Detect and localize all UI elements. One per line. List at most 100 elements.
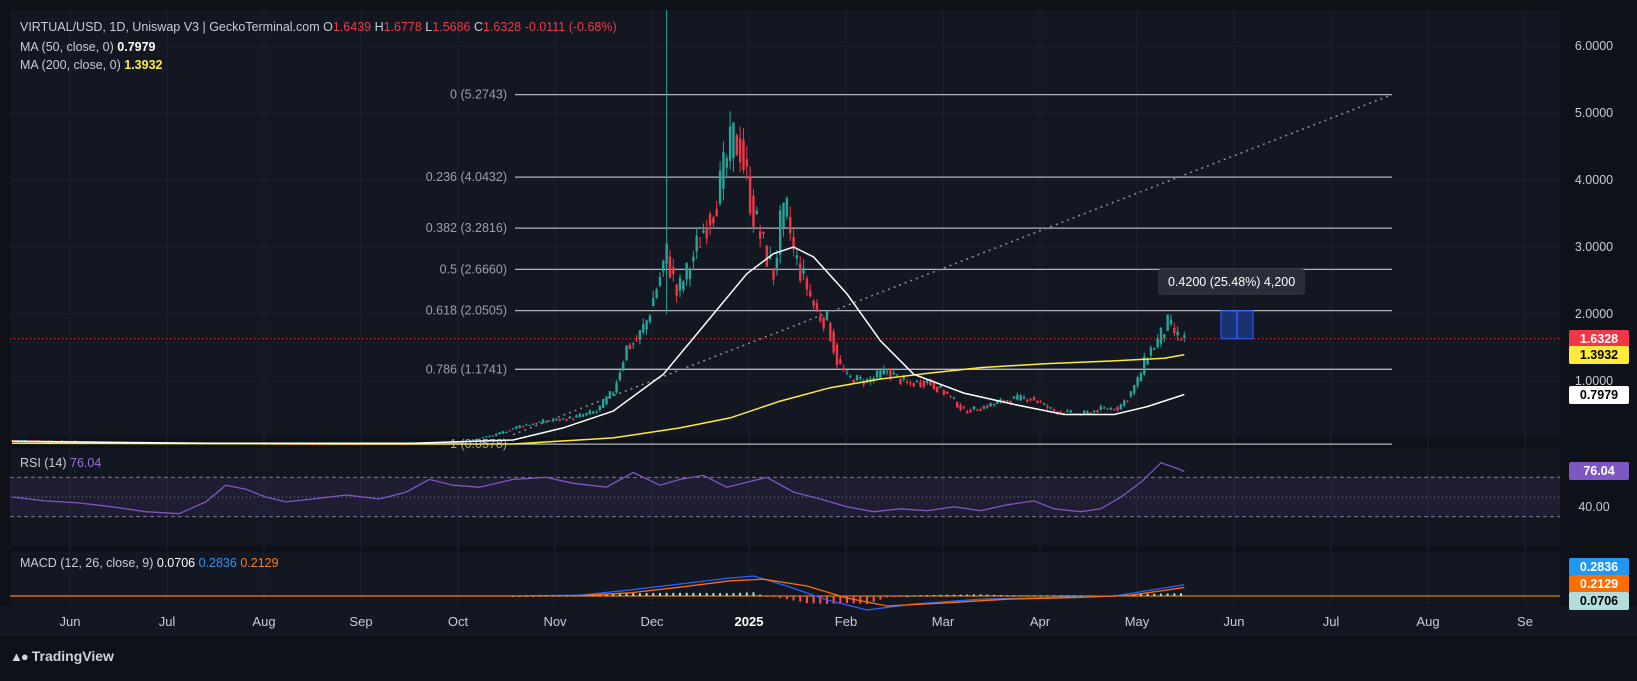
candle-body	[682, 281, 685, 290]
chart-root[interactable]: 6.0000 5.0000 4.0000 3.0000 2.0000 1.0000 0 (5…	[0, 0, 1637, 676]
macd-histogram-bar	[859, 596, 862, 604]
price-axis-tag: 1.3932	[1569, 345, 1629, 364]
candle-body	[738, 138, 742, 163]
time-tick-label: Apr	[1030, 614, 1051, 629]
candle-body	[1169, 319, 1173, 325]
ma50-legend[interactable]: MA (50, close, 0) 0.7979	[20, 40, 156, 54]
macd-histogram-bar	[966, 594, 969, 596]
time-tick-label: Jun	[1224, 614, 1245, 629]
candle-body	[732, 122, 735, 159]
candle-body	[1156, 338, 1159, 347]
candle-body	[548, 420, 551, 422]
macd-histogram-bar	[899, 596, 902, 597]
macd-legend[interactable]: MACD (12, 26, close, 9) 0.0706 0.2836 0.…	[20, 556, 279, 570]
candle-body	[939, 385, 942, 388]
candle-body	[525, 424, 528, 426]
candle-body	[745, 159, 748, 167]
macd-histogram-bar	[1059, 595, 1062, 597]
candle-body	[678, 277, 682, 291]
candle-body	[555, 418, 558, 421]
tradingview-brand[interactable]: ▲● TradingView	[10, 648, 114, 664]
candle-body	[675, 284, 678, 296]
candle-body	[782, 202, 785, 228]
candle-body	[758, 231, 762, 239]
candle-body	[1173, 327, 1176, 334]
ohlc-value-c: 1.6328	[483, 20, 522, 34]
macd-histogram-bar	[712, 593, 715, 596]
candle-body	[498, 432, 501, 435]
candle-body	[672, 267, 675, 275]
candle-body	[892, 372, 895, 375]
candle-body	[946, 391, 949, 394]
ohlc-key-o: O	[323, 20, 333, 34]
candle-body	[692, 256, 695, 262]
macd-histogram-bar	[1026, 595, 1029, 597]
ohlc-key-l: L	[421, 20, 433, 34]
candle-body	[1039, 401, 1042, 403]
candle-body	[1049, 407, 1052, 409]
candle-body	[762, 232, 765, 234]
candle-body	[645, 320, 648, 330]
macd-histogram-bar	[705, 593, 708, 596]
candle-body	[568, 416, 571, 419]
candle-body	[625, 345, 628, 361]
macd-histogram-bar	[919, 595, 922, 597]
candle-body	[915, 380, 919, 383]
ohlc-key-h: H	[371, 20, 384, 34]
macd-histogram-bar	[759, 594, 762, 596]
candle-body	[879, 370, 882, 379]
rsi-axis-tag: 76.04	[1569, 462, 1629, 481]
macd-histogram-bar	[986, 594, 989, 596]
macd-histogram-bar	[725, 593, 728, 596]
price-pane	[10, 10, 1560, 437]
macd-histogram-bar	[926, 595, 929, 597]
candle-body	[765, 245, 769, 267]
candle-body	[1046, 405, 1049, 408]
candle-body	[845, 372, 849, 374]
ohlc-value-o: 1.6439	[332, 20, 372, 34]
time-tick-label: Jul	[1323, 614, 1340, 629]
candle-body	[1029, 398, 1032, 400]
ohlc-value-h: 1.6778	[383, 20, 422, 34]
candle-body	[718, 170, 722, 204]
macd-histogram-bar	[645, 593, 648, 596]
candle-body	[775, 257, 779, 271]
candle-body	[799, 263, 802, 281]
macd-histogram-bar	[632, 593, 635, 596]
candle-body	[662, 260, 665, 272]
candle-body	[956, 401, 959, 408]
price-axis-tag: 1.6328	[1569, 329, 1629, 348]
candle-body	[655, 289, 658, 298]
candle-body	[822, 317, 825, 329]
candle-body	[561, 418, 565, 420]
candle-body	[1179, 339, 1183, 341]
macd-histogram-bar	[805, 596, 808, 603]
candle-body	[925, 380, 929, 384]
ma200-legend[interactable]: MA (200, close, 0) 1.3932	[20, 58, 162, 72]
price-chart[interactable]: 6.00005.00004.00003.00002.00001.00000 (5…	[0, 0, 1637, 676]
macd-histogram-bar	[932, 595, 935, 597]
candle-body	[1113, 409, 1116, 411]
candle-body	[605, 396, 608, 405]
candle-body	[728, 126, 732, 162]
macd-histogram-bar	[765, 596, 768, 597]
candle-body	[578, 414, 581, 417]
candle-body	[505, 431, 508, 433]
fib-level-label: 0.236 (4.0432)	[426, 170, 507, 184]
ma50-label: MA (50, close, 0)	[20, 40, 114, 54]
macd-histogram-bar	[732, 593, 735, 596]
candle-body	[969, 409, 972, 413]
time-tick-label: Jul	[159, 614, 176, 629]
candle-body	[575, 415, 578, 418]
candle-body	[842, 367, 845, 371]
macd-histogram-bar	[879, 596, 882, 600]
candle-body	[708, 213, 712, 226]
time-tick-label: Aug	[1416, 614, 1439, 629]
price-change: -0.0111 (-0.68%)	[524, 20, 617, 34]
candle-body	[976, 409, 979, 411]
candle-body	[581, 414, 585, 417]
rsi-legend[interactable]: RSI (14) 76.04	[20, 456, 101, 470]
macd-histogram-bar	[1159, 593, 1162, 596]
macd-histogram-bar	[839, 596, 842, 604]
macd-hist-value: 0.2129	[240, 556, 279, 570]
